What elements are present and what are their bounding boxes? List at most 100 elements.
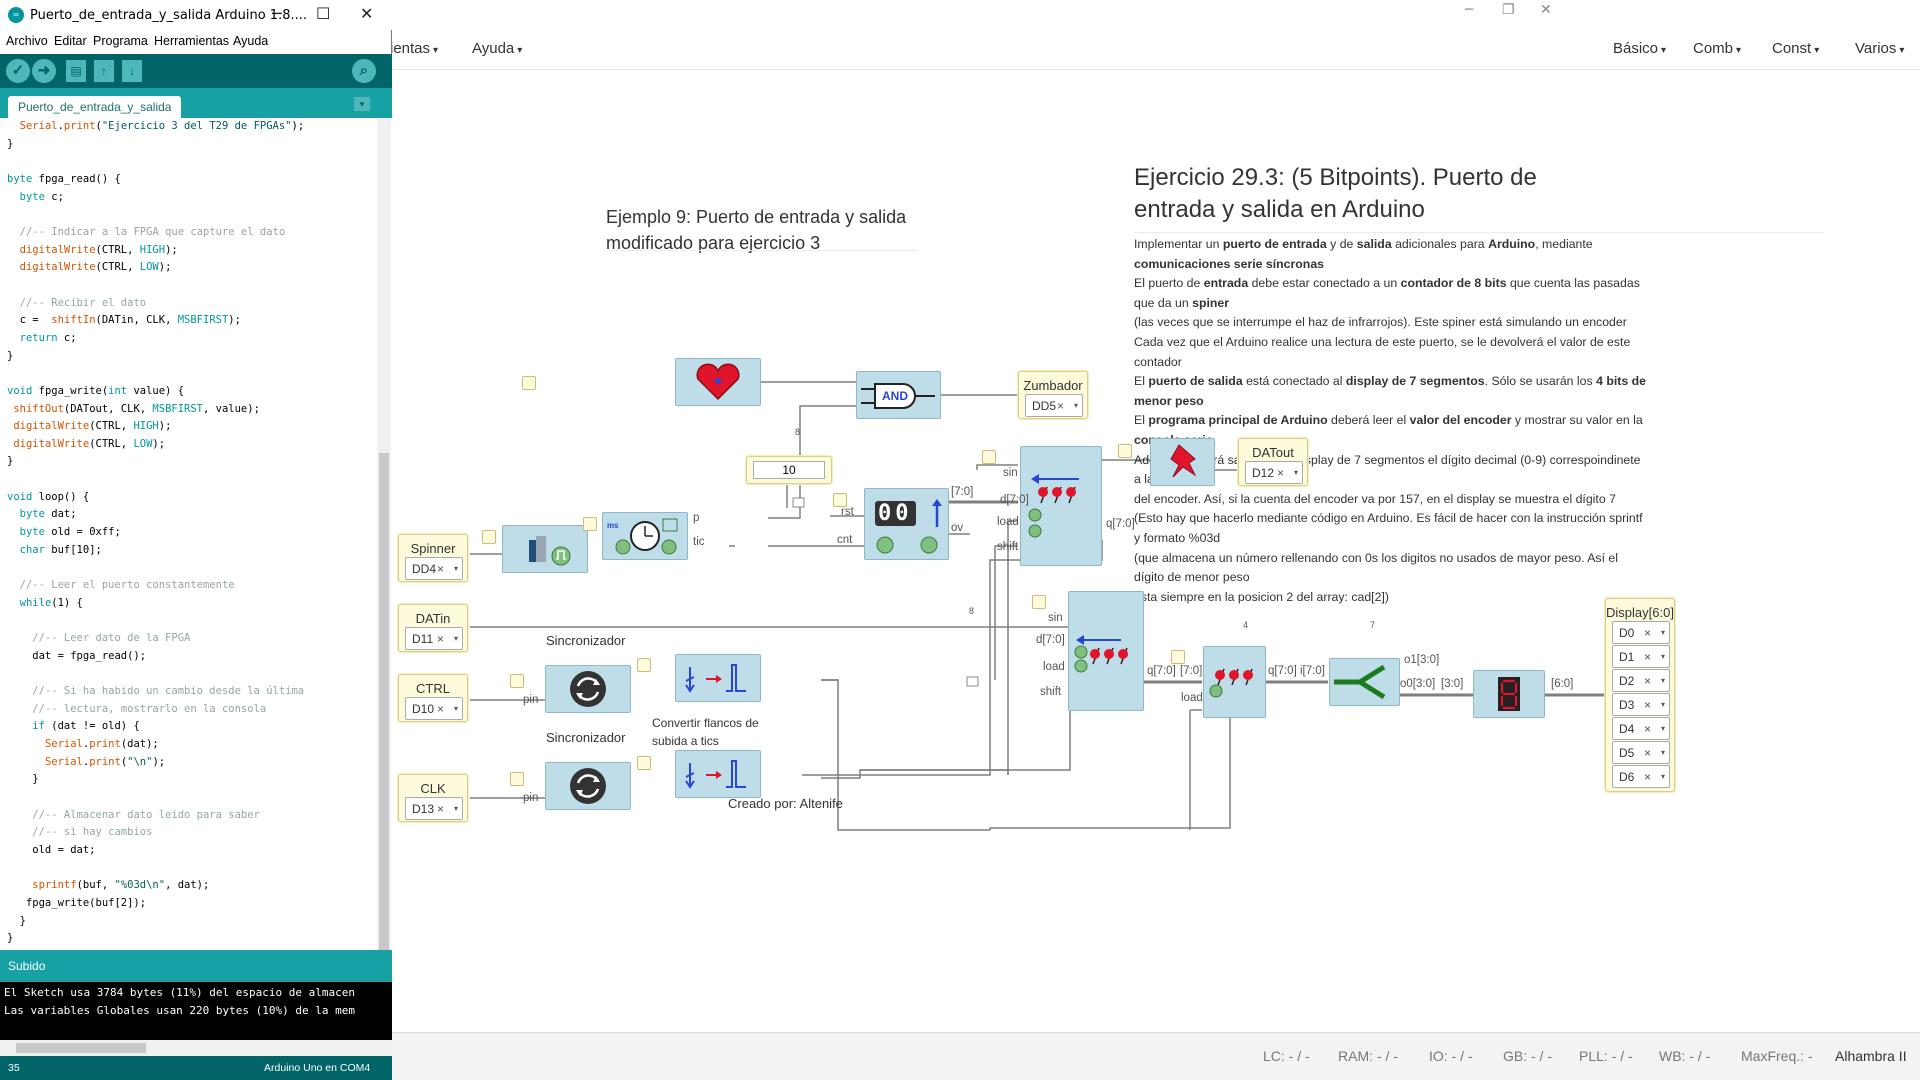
minimize-icon[interactable]: ─ <box>1465 2 1473 18</box>
shift-register-out-block[interactable] <box>1068 591 1144 711</box>
clk-input[interactable]: CLK D13 × ▾ <box>398 774 468 822</box>
code-text[interactable]: Serial.print("Ejercicio 3 del T29 de FPG… <box>7 118 304 948</box>
serial-monitor-button[interactable]: ⌕ <box>352 59 376 83</box>
display-pin-select-5[interactable]: D5 × ▾ <box>1612 741 1670 764</box>
ctrl-input[interactable]: CTRL D10 × ▾ <box>398 674 468 722</box>
clear-icon[interactable]: × <box>1644 722 1651 736</box>
chevron-down-icon[interactable]: ▾ <box>454 564 458 573</box>
menu-help[interactable]: Ayuda ▾ <box>472 40 522 57</box>
checkbox[interactable] <box>637 756 651 770</box>
console-output[interactable]: El Sketch usa 3784 bytes (11%) del espac… <box>0 982 392 1040</box>
menu-comb[interactable]: Comb ▾ <box>1693 40 1741 57</box>
display-pin-select-4[interactable]: D4 × ▾ <box>1612 717 1670 740</box>
menu-programa[interactable]: Programa <box>93 34 148 48</box>
clear-icon[interactable]: × <box>1644 626 1651 640</box>
zumbador-output[interactable]: Zumbador DD5 × ▾ <box>1018 371 1088 419</box>
menu-tools[interactable]: ientas ▾ <box>390 40 438 57</box>
display-output[interactable]: Display[6:0] D0 × ▾ D1 × ▾ D2 × ▾ D3 × ▾ D4 × ▾ D5… <box>1605 598 1675 792</box>
menu-archivo[interactable]: Archivo <box>6 34 48 48</box>
chevron-down-icon[interactable]: ▾ <box>1074 401 1078 410</box>
checkbox[interactable] <box>482 530 496 544</box>
editor-scrollbar[interactable] <box>377 118 391 1051</box>
menu-ayuda[interactable]: Ayuda <box>233 34 268 48</box>
restore-icon[interactable]: ❐ <box>1502 2 1515 18</box>
clear-icon[interactable]: × <box>437 632 444 646</box>
code-editor[interactable]: Serial.print("Ejercicio 3 del T29 de FPG… <box>0 118 392 950</box>
encoder-block[interactable] <box>502 525 588 573</box>
menu-varios[interactable]: Varios ▾ <box>1855 40 1904 57</box>
menu-basico[interactable]: Básico ▾ <box>1613 40 1666 57</box>
edge-detector-block-2[interactable] <box>675 750 761 798</box>
chevron-down-icon[interactable]: ▾ <box>1661 772 1665 781</box>
clear-icon[interactable]: × <box>437 702 444 716</box>
constant-value[interactable]: 10 <box>753 461 825 479</box>
clear-icon[interactable]: × <box>1644 650 1651 664</box>
display-pin-select-0[interactable]: D0 × ▾ <box>1612 621 1670 644</box>
chevron-down-icon[interactable]: ▾ <box>1661 724 1665 733</box>
tab-menu-button[interactable]: ▾ <box>354 97 370 111</box>
datin-pin-select[interactable]: D11 × ▾ <box>405 627 463 650</box>
display-pin-select-1[interactable]: D1 × ▾ <box>1612 645 1670 668</box>
close-icon[interactable]: ✕ <box>360 4 373 23</box>
tab-sketch[interactable]: Puerto_de_entrada_y_salida <box>8 96 182 118</box>
board-name[interactable]: Alhambra II <box>1835 1048 1907 1064</box>
datout-output[interactable]: DATout D12 × ▾ <box>1238 438 1308 486</box>
edge-detector-block-1[interactable] <box>675 654 761 702</box>
upload-button[interactable]: ➜ <box>32 59 56 83</box>
clear-icon[interactable]: × <box>437 562 444 576</box>
chevron-down-icon[interactable]: ▾ <box>1661 676 1665 685</box>
chevron-down-icon[interactable]: ▾ <box>1294 468 1298 477</box>
menu-editar[interactable]: Editar <box>54 34 87 48</box>
display-pin-select-6[interactable]: D6 × ▾ <box>1612 765 1670 788</box>
bus-splitter-block[interactable] <box>1329 658 1400 706</box>
checkbox[interactable] <box>510 674 524 688</box>
checkbox[interactable] <box>1171 650 1185 664</box>
chevron-down-icon[interactable]: ▾ <box>454 634 458 643</box>
close-icon[interactable]: ✕ <box>1540 2 1552 18</box>
chevron-down-icon[interactable]: ▾ <box>454 804 458 813</box>
display-pin-select-3[interactable]: D3 × ▾ <box>1612 693 1670 716</box>
shift-register-in-block[interactable] <box>1020 446 1102 566</box>
timer-block[interactable]: ms <box>602 512 688 560</box>
checkbox[interactable] <box>583 517 597 531</box>
verify-button[interactable]: ✓ <box>6 59 30 83</box>
chevron-down-icon[interactable]: ▾ <box>454 704 458 713</box>
counter-block[interactable]: 00 <box>864 488 949 560</box>
seven-segment-block[interactable] <box>1473 670 1545 718</box>
synchronizer-block-2[interactable] <box>545 762 631 810</box>
menu-herramientas[interactable]: Herramientas <box>154 34 229 48</box>
design-canvas[interactable]: 8 8 8 4 7 Ejemplo 9: Puerto de entrada y… <box>390 70 1920 1032</box>
constant-block[interactable]: 10 <box>746 456 832 484</box>
datout-pin-select[interactable]: D12 × ▾ <box>1245 461 1303 484</box>
clear-icon[interactable]: × <box>437 802 444 816</box>
checkbox[interactable] <box>510 772 524 786</box>
scroll-thumb[interactable] <box>16 1043 146 1053</box>
spinner-input[interactable]: Spinner DD4 × ▾ <box>398 534 468 582</box>
datin-input[interactable]: DATin D11 × ▾ <box>398 604 468 652</box>
minimize-icon[interactable]: ─ <box>272 4 282 23</box>
clear-icon[interactable]: × <box>1644 674 1651 688</box>
save-sketch-button[interactable]: ↓ <box>122 60 142 82</box>
clear-icon[interactable]: × <box>1057 399 1064 413</box>
synchronizer-block-1[interactable] <box>545 665 631 713</box>
menu-const[interactable]: Const ▾ <box>1772 40 1819 57</box>
clear-icon[interactable]: × <box>1277 466 1284 480</box>
checkbox[interactable] <box>637 658 651 672</box>
register-block[interactable] <box>1203 646 1266 718</box>
open-sketch-button[interactable]: ↑ <box>94 60 114 82</box>
chevron-down-icon[interactable]: ▾ <box>1661 652 1665 661</box>
zumbador-pin-select[interactable]: DD5 × ▾ <box>1025 394 1083 417</box>
and-gate-block[interactable]: AND <box>856 371 941 419</box>
checkbox[interactable] <box>1032 595 1046 609</box>
checkbox[interactable] <box>522 376 536 390</box>
serial-out-block[interactable] <box>1150 438 1215 486</box>
chevron-down-icon[interactable]: ▾ <box>1661 628 1665 637</box>
spinner-pin-select[interactable]: DD4 × ▾ <box>405 557 463 580</box>
heart-block[interactable] <box>675 358 761 406</box>
ctrl-pin-select[interactable]: D10 × ▾ <box>405 697 463 720</box>
new-sketch-button[interactable]: ▤ <box>66 60 86 82</box>
console-hscrollbar[interactable] <box>0 1040 392 1056</box>
clear-icon[interactable]: × <box>1644 770 1651 784</box>
clk-pin-select[interactable]: D13 × ▾ <box>405 797 463 820</box>
chevron-down-icon[interactable]: ▾ <box>1661 748 1665 757</box>
